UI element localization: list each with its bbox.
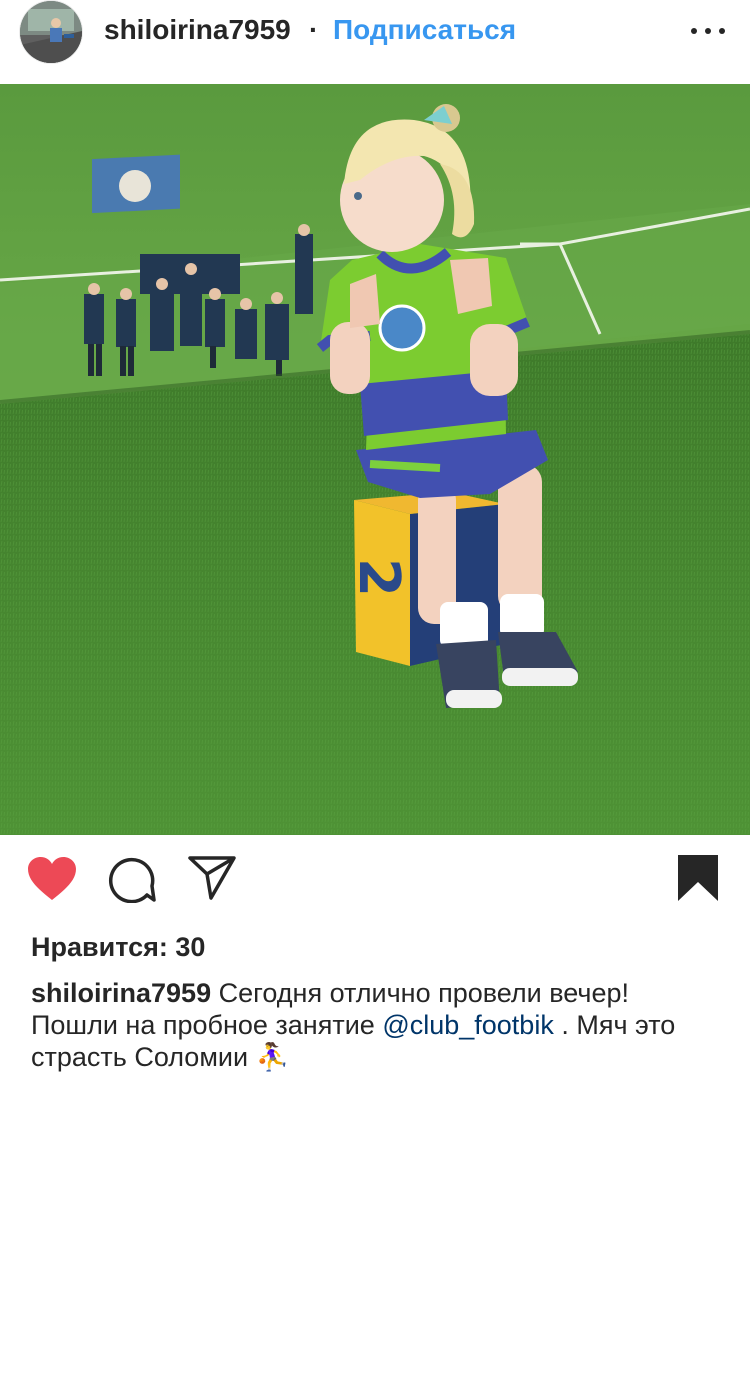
post-image: 2 bbox=[0, 84, 750, 835]
caption-text: Сегодня отлично провели вечер! bbox=[211, 978, 630, 1008]
heart-filled-icon[interactable] bbox=[27, 856, 77, 902]
comment-icon[interactable] bbox=[107, 855, 157, 903]
caption-text: . Мяч это bbox=[553, 1010, 676, 1040]
post-photo[interactable]: 2 bbox=[0, 84, 750, 835]
caption-mention-link[interactable]: @club_footbik bbox=[382, 1010, 554, 1040]
caption-text: Пошли на пробное занятие bbox=[31, 1010, 383, 1040]
share-icon[interactable] bbox=[187, 855, 237, 901]
more-icon[interactable] bbox=[688, 16, 728, 44]
post-username[interactable]: shiloirina7959 bbox=[104, 14, 291, 46]
likes-count[interactable]: Нравится: 30 bbox=[31, 932, 205, 963]
follow-button[interactable]: Подписаться bbox=[333, 14, 516, 46]
basketball-player-emoji: ⛹️‍♀️ bbox=[255, 1042, 290, 1072]
caption-text: страсть Соломии bbox=[31, 1042, 256, 1072]
caption-username[interactable]: shiloirina7959 bbox=[31, 978, 211, 1008]
separator-dot: · bbox=[309, 14, 319, 45]
action-bar bbox=[0, 835, 750, 925]
post-header: shiloirina7959 · Подписаться bbox=[0, 0, 750, 84]
avatar[interactable] bbox=[20, 1, 82, 63]
bookmark-filled-icon[interactable] bbox=[677, 854, 719, 902]
cube-number: 2 bbox=[346, 558, 411, 597]
post-caption: shiloirina7959 Сегодня отлично провели в… bbox=[31, 977, 731, 1073]
avatar-image bbox=[20, 1, 82, 63]
